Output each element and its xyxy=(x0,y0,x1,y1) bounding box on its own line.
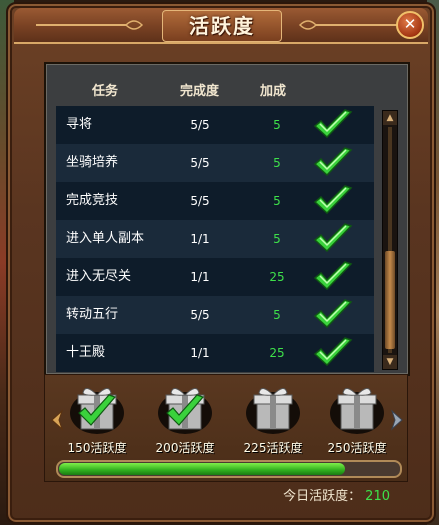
task-name: 转动五行 xyxy=(66,307,119,322)
task-name: 进入单人副本 xyxy=(66,231,145,246)
task-name: 坐骑培养 xyxy=(66,155,119,170)
task-progress: 5/5 xyxy=(190,118,210,132)
task-progress: 5/5 xyxy=(190,156,210,170)
scroll-up-button[interactable]: ▲ xyxy=(383,111,397,125)
scroll-down-button[interactable]: ▼ xyxy=(383,355,397,369)
task-bonus: 5 xyxy=(273,308,281,322)
reward-chest[interactable]: 150活跃度 xyxy=(57,379,137,463)
task-row: 进入单人副本 1/1 5 xyxy=(56,220,374,258)
task-bonus: 5 xyxy=(273,194,281,208)
title-bar: 活跃度 ✕ xyxy=(14,8,428,44)
reward-label: 150活跃度 xyxy=(67,441,127,455)
today-activity: 今日活跃度： 210 xyxy=(283,485,390,504)
task-row: 转动五行 5/5 5 xyxy=(56,296,374,334)
task-row: 坐骑培养 5/5 5 xyxy=(56,144,374,182)
title-ornament-left xyxy=(36,20,144,30)
gift-box-icon xyxy=(330,388,384,434)
checkmark-icon xyxy=(313,109,353,139)
task-progress: 5/5 xyxy=(190,308,210,322)
task-list: 寻将 5/5 5 坐骑培养 5/5 5 完成竞技 5/5 5 进入单人副本 1/… xyxy=(56,106,374,372)
task-row: 进入无尽关 1/1 25 xyxy=(56,258,374,296)
reward-label: 225活跃度 xyxy=(243,441,303,455)
reward-label: 200活跃度 xyxy=(155,441,215,455)
task-name: 十王殿 xyxy=(66,345,106,360)
title-ornament-right xyxy=(298,20,406,30)
reward-chest[interactable]: 200活跃度 xyxy=(145,379,225,463)
activity-progress-fill xyxy=(59,463,345,475)
gift-box-icon xyxy=(246,388,300,434)
checkmark-icon xyxy=(313,147,353,177)
header-task: 任务 xyxy=(92,84,119,99)
today-activity-label: 今日活跃度： xyxy=(283,489,362,504)
task-name: 寻将 xyxy=(66,117,93,132)
checkmark-icon xyxy=(313,261,353,291)
activity-window: 活跃度 ✕ 任务 完成度 加成 寻将 5/5 5 坐骑培养 5/5 5 完成竞技… xyxy=(6,2,436,524)
task-bonus: 25 xyxy=(269,270,285,284)
task-name: 完成竞技 xyxy=(66,193,119,208)
header-bonus: 加成 xyxy=(260,84,287,99)
task-row: 完成竞技 5/5 5 xyxy=(56,182,374,220)
task-name: 进入无尽关 xyxy=(66,269,132,284)
title-plate: 活跃度 xyxy=(162,10,282,42)
task-bonus: 5 xyxy=(273,118,281,132)
task-scrollbar[interactable]: ▲ ▼ xyxy=(382,110,398,370)
task-progress: 5/5 xyxy=(190,194,210,208)
task-row: 十王殿 1/1 25 xyxy=(56,334,374,372)
task-progress: 1/1 xyxy=(190,346,210,360)
task-bonus: 5 xyxy=(273,156,281,170)
close-icon: ✕ xyxy=(403,15,417,33)
task-progress: 1/1 xyxy=(190,270,210,284)
task-bonus: 25 xyxy=(269,346,285,360)
task-panel: 任务 完成度 加成 寻将 5/5 5 坐骑培养 5/5 5 完成竞技 5/5 5 xyxy=(44,62,410,376)
scroll-thumb[interactable] xyxy=(385,251,395,349)
window-title: 活跃度 xyxy=(189,14,255,38)
task-row: 寻将 5/5 5 xyxy=(56,106,374,144)
today-activity-value: 210 xyxy=(365,489,390,504)
close-button[interactable]: ✕ xyxy=(396,11,424,39)
gift-box-icon xyxy=(158,388,212,434)
reward-chest[interactable]: 250活跃度 xyxy=(317,379,397,463)
reward-label: 250活跃度 xyxy=(327,441,387,455)
task-bonus: 5 xyxy=(273,232,281,246)
checkmark-icon xyxy=(313,185,353,215)
checkmark-icon xyxy=(313,223,353,253)
gift-box-icon xyxy=(70,388,124,434)
reward-chest[interactable]: 225活跃度 xyxy=(233,379,313,463)
task-progress: 1/1 xyxy=(190,232,210,246)
header-progress: 完成度 xyxy=(180,84,220,99)
activity-progress-bar xyxy=(56,460,402,478)
next-arrow-icon[interactable] xyxy=(389,409,405,431)
checkmark-icon xyxy=(313,299,353,329)
checkmark-icon xyxy=(313,337,353,367)
